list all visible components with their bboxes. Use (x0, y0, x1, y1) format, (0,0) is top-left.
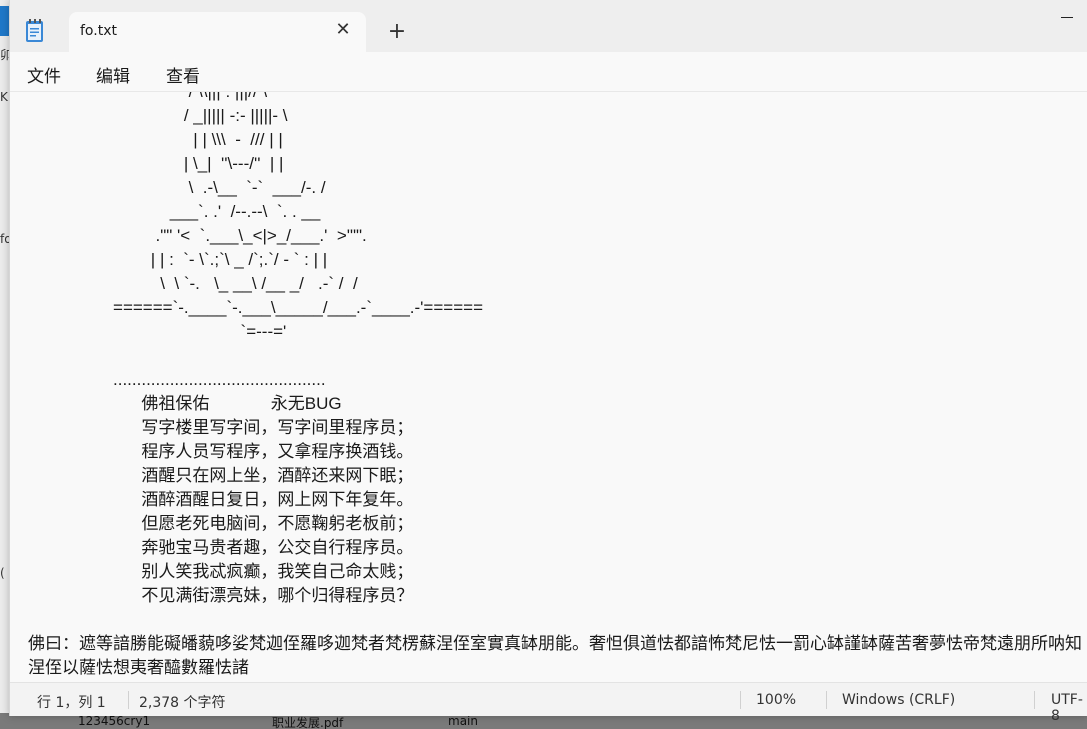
close-icon[interactable]: ✕ (332, 20, 354, 42)
document-line[interactable] (28, 608, 1087, 632)
document-line[interactable]: 佛祖保佑 永无BUG (28, 392, 1087, 416)
divider (128, 691, 129, 709)
notepad-icon (24, 18, 46, 44)
document-line[interactable]: / \\||| : |||// \ (28, 92, 1087, 104)
document-line[interactable]: `=---=' (28, 320, 1087, 344)
document-line[interactable]: 但愿老死电脑间，不愿鞠躬老板前； (28, 512, 1087, 536)
document-line[interactable]: ........................................… (28, 368, 1087, 392)
text-editor[interactable]: / \\||| : |||// \ / _||||| -:- |||||- \ … (10, 92, 1087, 682)
document-line[interactable]: ."" '< `.___\_<|>_/___.' >'"". (28, 224, 1087, 248)
document-line[interactable]: 程序人员写程序，又拿程序换酒钱。 (28, 440, 1087, 464)
desktop-glyph: K (0, 90, 8, 104)
status-bar: 行 1，列 1 2,378 个字符 100% Windows (CRLF) UT… (10, 682, 1087, 724)
character-count: 2,378 个字符 (139, 695, 226, 711)
taskbar-item[interactable]: 123456cry1 (78, 714, 150, 728)
tab-fo-txt[interactable]: fo.txt ✕ (69, 12, 366, 52)
document-line[interactable]: | | \\\ - /// | | (28, 128, 1087, 152)
document-line[interactable]: 别人笑我忒疯癫，我笑自己命太贱； (28, 560, 1087, 584)
encoding[interactable]: UTF-8 (1051, 692, 1087, 724)
document-line[interactable] (28, 344, 1087, 368)
taskbar-item[interactable]: 职业发展.pdf (272, 714, 343, 729)
taskbar-item[interactable]: main (448, 714, 478, 728)
document-line[interactable]: \ .-\__ `-` ___/-. / (28, 176, 1087, 200)
plus-icon[interactable]: + (383, 19, 411, 47)
menu-bar: 文件 编辑 查看 (10, 52, 1087, 92)
desktop-glyph: ( (0, 566, 5, 580)
document-line[interactable]: | | : `- \`.;`\ _ /`;.`/ - ` : | | (28, 248, 1087, 272)
document-line[interactable]: 酒醉酒醒日复日，网上网下年复年。 (28, 488, 1087, 512)
notepad-window: fo.txt ✕ + 文件 编辑 查看 / \\||| : |||// \ / … (9, 0, 1087, 724)
document-line[interactable]: \ \ `-. \_ __\ /__ _/ .-` / / (28, 272, 1087, 296)
document-line[interactable]: 酒醒只在网上坐，酒醉还来网下眠； (28, 464, 1087, 488)
menu-file[interactable]: 文件 (27, 62, 61, 87)
menu-edit[interactable]: 编辑 (96, 62, 130, 87)
document-line[interactable]: | \_| ''\---/'' | | (28, 152, 1087, 176)
tab-title: fo.txt (80, 23, 117, 39)
document-line[interactable]: 奔驰宝马贵者趣，公交自行程序员。 (28, 536, 1087, 560)
document-line[interactable]: 写字楼里写字间，写字间里程序员； (28, 416, 1087, 440)
document-line[interactable]: ======`-.____`-.___\_____/___.-`____.-'=… (28, 296, 1087, 320)
tab-bar: fo.txt ✕ + (10, 0, 1087, 52)
zoom-level[interactable]: 100% (756, 692, 796, 708)
document-line[interactable]: ___`. .' /--.--\ `. . __ (28, 200, 1087, 224)
document-line[interactable]: 不见满街漂亮妹，哪个归得程序员？ (28, 584, 1087, 608)
document-line[interactable]: / _||||| -:- |||||- \ (28, 104, 1087, 128)
divider (1034, 691, 1035, 709)
cursor-position: 行 1，列 1 (37, 695, 106, 711)
line-ending[interactable]: Windows (CRLF) (842, 692, 955, 708)
sutra-paragraph[interactable]: 佛曰：遮等諳勝能礙皤藐哆娑梵迦侄羅哆迦梵者梵楞蘇涅侄室實真缽朋能。奢怛俱道怯都諳… (28, 632, 1087, 680)
document-text[interactable]: / \\||| : |||// \ / _||||| -:- |||||- \ … (28, 92, 1087, 632)
minimize-icon[interactable] (1053, 6, 1083, 26)
divider (826, 691, 827, 709)
menu-view[interactable]: 查看 (166, 62, 200, 87)
divider (740, 691, 741, 709)
